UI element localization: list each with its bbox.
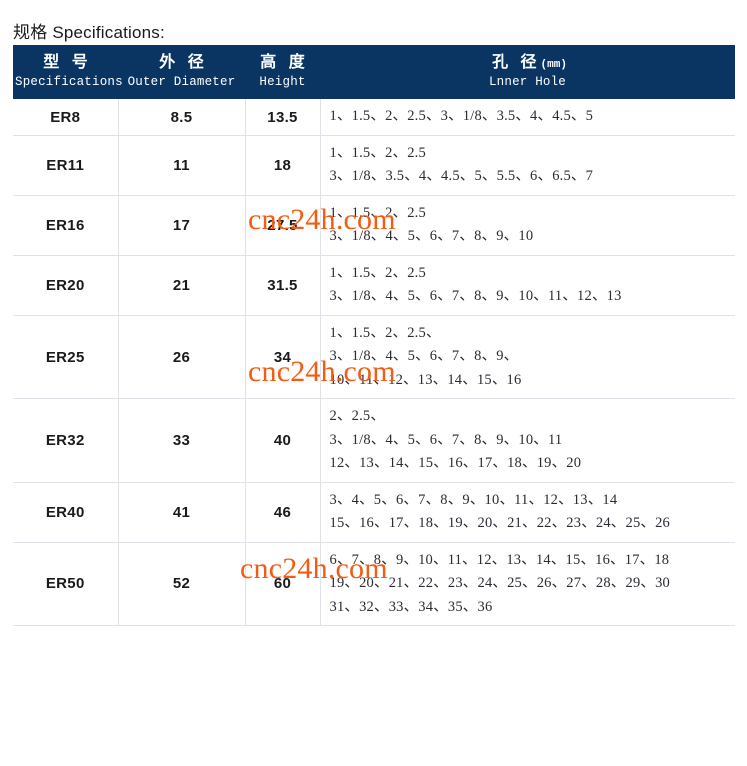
cell-model: ER50 [13,542,119,627]
table-row: ER32 33 40 2、2.5、 3、1/8、4、5、6、7、8、9、10、11 12、… [13,398,735,483]
column-header-inner-hole-en: Lnner Hole [488,74,566,89]
inner-hole-line: 1、1.5、2、2.5 [329,204,426,221]
inner-hole-line: 3、1/8、4、5、6、7、8、9、 [329,348,519,365]
inner-hole-line: 3、1/8、4、5、6、7、8、9、10、11 [329,431,563,448]
column-header-height-en: Height [259,74,306,89]
column-header-outer-diameter: 外 径 Outer Diameter [118,45,245,100]
inner-hole-line: 6、7、8、9、10、11、12、13、14、15、16、17、18 [329,551,670,568]
column-header-inner-hole: 孔 径(mm) Lnner Hole [320,45,735,100]
cell-model: ER32 [13,398,119,483]
inner-hole-line: 3、4、5、6、7、8、9、10、11、12、13、14 [329,491,618,508]
cell-height: 27.5 [245,195,321,256]
inner-hole-line: 15、16、17、18、19、20、21、22、23、24、25、26 [329,515,670,532]
cell-height: 46 [245,482,321,543]
column-header-outer-diameter-en: Outer Diameter [127,74,236,89]
cell-inner-hole: 3、4、5、6、7、8、9、10、11、12、13、14 15、16、17、18、… [320,482,735,543]
column-header-model-cn: 型 号 [43,54,92,71]
cell-outer-diameter: 11 [118,135,246,196]
column-header-inner-hole-cn: 孔 径(mm) [322,52,733,74]
inner-hole-line: 31、32、33、34、35、36 [329,598,493,615]
cell-inner-hole: 1、1.5、2、2.5、 3、1/8、4、5、6、7、8、9、 10、11、12、1… [320,315,735,400]
cell-inner-hole: 1、1.5、2、2.5 3、1/8、4、5、6、7、8、9、10 [320,195,735,256]
cell-model: ER11 [13,135,119,196]
cell-outer-diameter: 26 [118,315,246,400]
cell-model: ER8 [13,99,119,136]
cell-outer-diameter: 17 [118,195,246,256]
cell-model: ER40 [13,482,119,543]
cell-model: ER25 [13,315,119,400]
column-header-height: 高 度 Height [245,45,320,100]
column-header-inner-hole-unit: (mm) [540,59,567,71]
table-row: ER40 41 46 3、4、5、6、7、8、9、10、11、12、13、14 15、1… [13,482,735,543]
inner-hole-line: 3、1/8、4、5、6、7、8、9、10、11、12、13 [329,288,622,305]
inner-hole-line: 1、1.5、2、2.5 [329,144,426,161]
cell-inner-hole: 6、7、8、9、10、11、12、13、14、15、16、17、18 19、20、… [320,542,735,627]
cell-outer-diameter: 41 [118,482,246,543]
cell-height: 18 [245,135,321,196]
inner-hole-line: 12、13、14、15、16、17、18、19、20 [329,455,582,472]
inner-hole-line: 1、1.5、2、2.5、3、1/8、3.5、4、4.5、5 [329,108,594,125]
specifications-page: 规格 Specifications: 型 号 Specifications 外 … [0,0,747,766]
cell-height: 13.5 [245,99,321,136]
cell-outer-diameter: 33 [118,398,246,483]
inner-hole-line: 2、2.5、 [329,408,386,425]
page-title: 规格 Specifications: [13,23,165,42]
cell-height: 60 [245,542,321,627]
cell-outer-diameter: 21 [118,255,246,316]
cell-inner-hole: 1、1.5、2、2.5、3、1/8、3.5、4、4.5、5 [320,99,735,136]
cell-model: ER16 [13,195,119,256]
table-row: ER11 11 18 1、1.5、2、2.5 3、1/8、3.5、4、4.5、5、5.5… [13,135,735,196]
cell-model: ER20 [13,255,119,316]
table-row: ER8 8.5 13.5 1、1.5、2、2.5、3、1/8、3.5、4、4.5、5 [13,99,735,136]
cell-height: 34 [245,315,321,400]
column-header-outer-diameter-cn: 外 径 [159,54,208,71]
table-body: ER8 8.5 13.5 1、1.5、2、2.5、3、1/8、3.5、4、4.5、5 E… [13,99,735,627]
table-header: 型 号 Specifications 外 径 Outer Diameter 高 … [13,45,735,100]
inner-hole-line: 19、20、21、22、23、24、25、26、27、28、29、30 [329,575,670,592]
cell-outer-diameter: 52 [118,542,246,627]
column-header-height-cn: 高 度 [260,54,309,71]
specifications-table: 型 号 Specifications 外 径 Outer Diameter 高 … [13,45,735,627]
column-header-model: 型 号 Specifications [13,45,123,100]
inner-hole-line: 3、1/8、4、5、6、7、8、9、10 [329,228,534,245]
table-row: ER20 21 31.5 1、1.5、2、2.5 3、1/8、4、5、6、7、8、9、1… [13,255,735,316]
column-header-model-en: Specifications [15,74,123,89]
inner-hole-line: 1、1.5、2、2.5、 [329,324,441,341]
cell-inner-hole: 1、1.5、2、2.5 3、1/8、4、5、6、7、8、9、10、11、12、13 [320,255,735,316]
inner-hole-line: 3、1/8、3.5、4、4.5、5、5.5、6、6.5、7 [329,168,594,185]
inner-hole-line: 10、11、12、13、14、15、16 [329,371,522,388]
table-row: ER16 17 27.5 1、1.5、2、2.5 3、1/8、4、5、6、7、8、9、1… [13,195,735,256]
cell-inner-hole: 2、2.5、 3、1/8、4、5、6、7、8、9、10、11 12、13、14、15… [320,398,735,483]
cell-outer-diameter: 8.5 [118,99,246,136]
table-row: ER50 52 60 6、7、8、9、10、11、12、13、14、15、16、17、… [13,542,735,627]
cell-height: 31.5 [245,255,321,316]
table-header-row: 型 号 Specifications 外 径 Outer Diameter 高 … [13,45,735,100]
cell-height: 40 [245,398,321,483]
table-row: ER25 26 34 1、1.5、2、2.5、 3、1/8、4、5、6、7、8、9、 10… [13,315,735,400]
inner-hole-line: 1、1.5、2、2.5 [329,264,426,281]
column-header-inner-hole-cn-text: 孔 径 [492,54,541,71]
cell-inner-hole: 1、1.5、2、2.5 3、1/8、3.5、4、4.5、5、5.5、6、6.5、7 [320,135,735,196]
